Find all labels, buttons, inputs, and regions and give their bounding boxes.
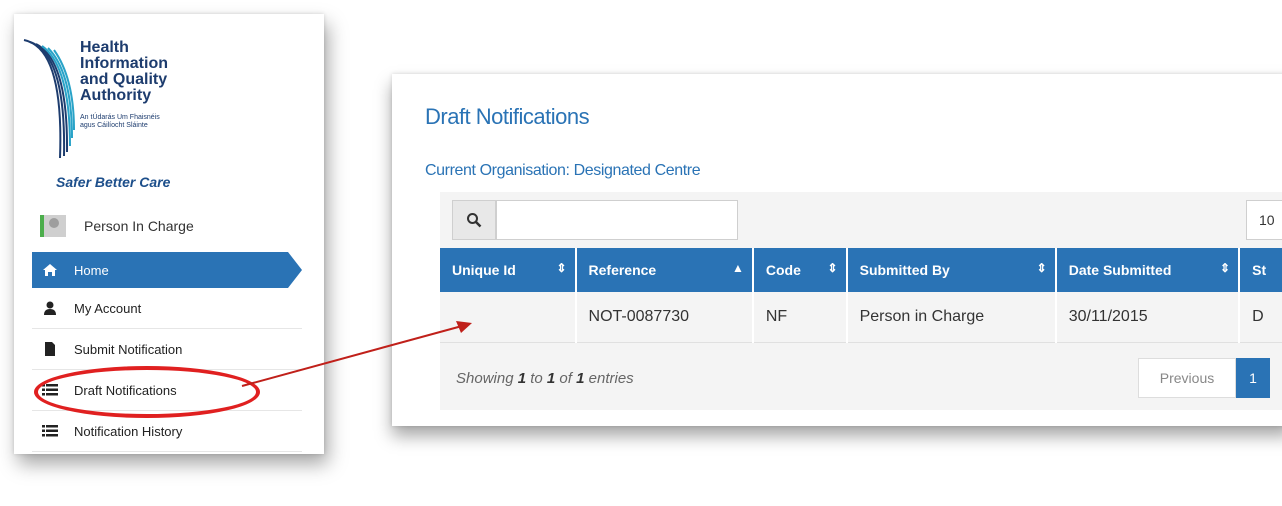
annotation-arrow <box>241 321 472 387</box>
arrow-line <box>241 325 463 387</box>
